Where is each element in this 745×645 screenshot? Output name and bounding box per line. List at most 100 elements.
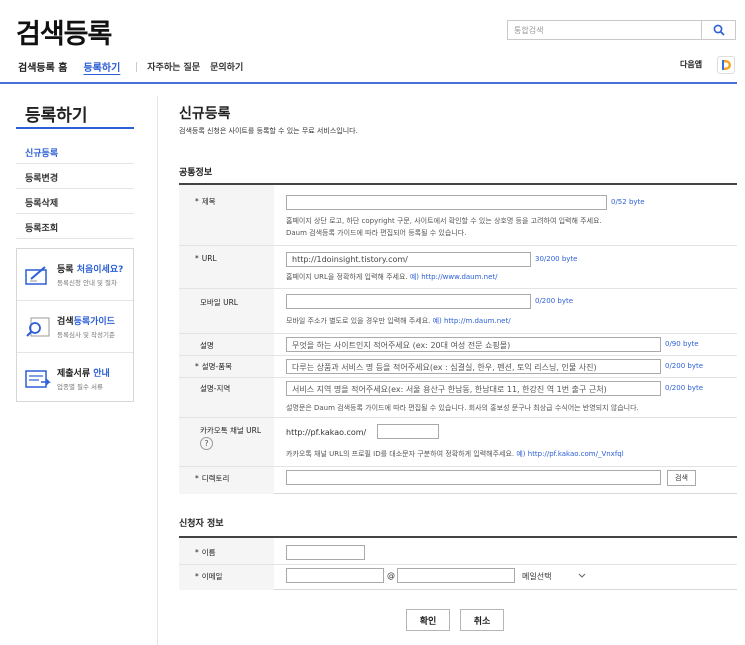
mobile-url-help: 모바일 주소가 별도로 있을 경우만 입력해 주세요. 예) http://m.… (286, 317, 511, 325)
desc-region-label: 설명-지역 (200, 384, 231, 393)
directory-input[interactable] (286, 470, 661, 485)
search-button[interactable] (702, 20, 736, 40)
url-label: * URL (195, 254, 217, 263)
daum-d-icon (722, 60, 731, 70)
search-icon (713, 24, 725, 36)
top-navigation: 검색등록 홈 등록하기 자주하는 질문 문의하기 (18, 59, 253, 74)
sidebar-menu: 신규등록 등록변경 등록삭제 등록조회 (25, 146, 58, 246)
email-label: * 이메일 (195, 572, 223, 581)
sidebar-divider (16, 163, 134, 164)
header-divider (0, 82, 737, 84)
kakao-url-prefix: http://pf.kakao.com/ (286, 428, 367, 437)
sidebar-item-change[interactable]: 등록변경 (25, 171, 58, 196)
guide-documents-sub: 업종별 필수 서류 (57, 383, 103, 391)
url-byte-count: 30/200 byte (535, 255, 578, 263)
cancel-button[interactable]: 취소 (460, 609, 504, 631)
mobile-url-byte-count: 0/200 byte (535, 297, 574, 305)
title-help-1: 홈페이지 상단 로고, 하단 copyright 구문, 사이트에서 확인할 수… (286, 217, 602, 225)
mobile-url-label: 모바일 URL (200, 298, 238, 307)
daum-app-icon[interactable] (717, 56, 735, 74)
sidebar-divider (16, 238, 134, 239)
mobile-example-link[interactable]: 예) http://m.daum.net/ (433, 317, 511, 325)
email-domain-select[interactable]: 메일선택 (522, 571, 551, 582)
guide-first-title: 등록 (57, 265, 77, 275)
row-divider (179, 333, 737, 334)
url-help: 홈페이지 URL을 정확하게 입력해 주세요. 예) http://www.da… (286, 273, 498, 281)
kakao-example-link[interactable]: 예) http://pf.kakao.com/_Vnxfql (516, 450, 623, 458)
desc-help: 설명문은 Daum 검색등록 가이드에 따라 편집될 수 있습니다. 회사의 홍… (286, 404, 639, 412)
guide-register-sub: 등록심사 및 작성기준 (57, 331, 115, 339)
guide-documents[interactable]: 제출서류 안내 업종별 필수 서류 (17, 353, 133, 404)
sidebar-item-delete[interactable]: 등록삭제 (25, 196, 58, 221)
mobile-url-input[interactable] (286, 294, 531, 309)
row-divider (179, 288, 737, 289)
applicant-info-form: * 이름 * 이메일 @ 메일선택 (179, 536, 737, 590)
kakao-id-input[interactable] (377, 424, 439, 439)
desc-label: 설명 (200, 341, 214, 350)
url-input[interactable]: http://1doinsight.tistory.com/ (286, 252, 531, 267)
page-title: 신규등록 (179, 106, 231, 122)
desc-region-byte-count: 0/200 byte (665, 384, 704, 392)
page-description: 검색등록 신청은 사이트를 등록할 수 있는 무료 서비스입니다. (179, 127, 358, 135)
title-input[interactable] (286, 195, 607, 210)
name-label: * 이름 (195, 548, 216, 557)
desc-byte-count: 0/90 byte (665, 340, 699, 348)
desc-input[interactable]: 무엇을 하는 사이트인지 적어주세요 (ex: 20대 여성 전문 쇼핑몰) (286, 337, 661, 352)
name-input[interactable] (286, 545, 365, 560)
nav-separator (136, 61, 138, 72)
row-divider (179, 377, 737, 378)
nav-home[interactable]: 검색등록 홈 (18, 59, 67, 74)
guide-register-title: 검색 (57, 317, 74, 327)
label-column (179, 185, 274, 494)
help-question-icon[interactable]: ? (200, 437, 213, 450)
content-divider (157, 96, 158, 645)
row-divider (179, 564, 737, 565)
pencil-doc-icon (25, 265, 47, 285)
submit-docs-icon (25, 369, 51, 388)
row-divider (179, 417, 737, 418)
confirm-button[interactable]: 확인 (406, 609, 450, 631)
desc-item-label: * 설명-품목 (195, 362, 233, 371)
directory-label: * 디렉토리 (195, 474, 230, 483)
guide-first-time[interactable]: 등록 처음이세요? 등록신청 안내 및 절차 (17, 249, 133, 300)
nav-inquiry[interactable]: 문의하기 (210, 60, 243, 73)
email-at-sign: @ (387, 571, 395, 580)
search-input[interactable]: 통합검색 (507, 20, 702, 40)
guide-first-highlight: 처음이세요? (76, 265, 124, 275)
title-help-2: Daum 검색등록 가이드에 따라 편집되어 등록될 수 있습니다. (286, 229, 467, 237)
desc-region-input[interactable]: 서비스 지역 명을 적어주세요(ex: 서울 용산구 한남동, 한남대로 11,… (286, 381, 661, 396)
magnifier-doc-icon (26, 317, 50, 337)
kakao-label: 카카오톡 채널 URL (200, 426, 262, 435)
title-byte-count: 0/52 byte (611, 198, 645, 206)
title-label: * 제목 (195, 197, 216, 206)
guide-first-sub: 등록신청 안내 및 절차 (57, 279, 118, 287)
directory-search-button[interactable]: 검색 (667, 470, 696, 486)
email-domain-input[interactable] (397, 568, 515, 583)
nav-faq[interactable]: 자주하는 질문 (147, 60, 200, 73)
guide-register-guide[interactable]: 검색등록가이드 등록심사 및 작성기준 (17, 301, 133, 352)
sidebar-item-lookup[interactable]: 등록조회 (25, 221, 58, 246)
sidebar-item-new[interactable]: 신규등록 (25, 146, 58, 171)
row-divider (179, 466, 737, 467)
sidebar-divider (16, 188, 134, 189)
sidebar-title-underline (16, 127, 134, 129)
sidebar-divider (16, 213, 134, 214)
nav-register[interactable]: 등록하기 (83, 59, 120, 74)
daum-app-link[interactable]: 다음앱 (680, 59, 702, 70)
desc-item-input[interactable]: 다루는 상품과 서비스 명 등을 적어주세요(ex : 심결실, 한우, 펜션,… (286, 359, 661, 374)
guide-documents-title: 제출서류 (57, 369, 94, 379)
row-divider (179, 245, 737, 246)
common-info-form: * 제목 0/52 byte 홈페이지 상단 로고, 하단 copyright 구… (179, 183, 737, 494)
site-logo[interactable]: 검색등록 (16, 12, 112, 51)
sidebar-title: 등록하기 (25, 106, 88, 126)
sidebar-guide-boxes: 등록 처음이세요? 등록신청 안내 및 절차 검색등록가이드 등록심사 및 작성… (16, 248, 134, 402)
chevron-down-icon[interactable] (578, 573, 586, 579)
guide-documents-highlight: 안내 (93, 369, 110, 379)
kakao-help: 카카오톡 채널 URL의 프로필 ID를 대소문자 구분하여 정확하게 입력해주… (286, 450, 624, 458)
guide-register-highlight: 등록가이드 (73, 317, 115, 327)
section-applicant-info: 신청자 정보 (179, 519, 224, 529)
email-id-input[interactable] (286, 568, 384, 583)
desc-item-byte-count: 0/200 byte (665, 362, 704, 370)
row-divider (179, 355, 737, 356)
url-example-link[interactable]: 예) http://www.daum.net/ (410, 273, 498, 281)
